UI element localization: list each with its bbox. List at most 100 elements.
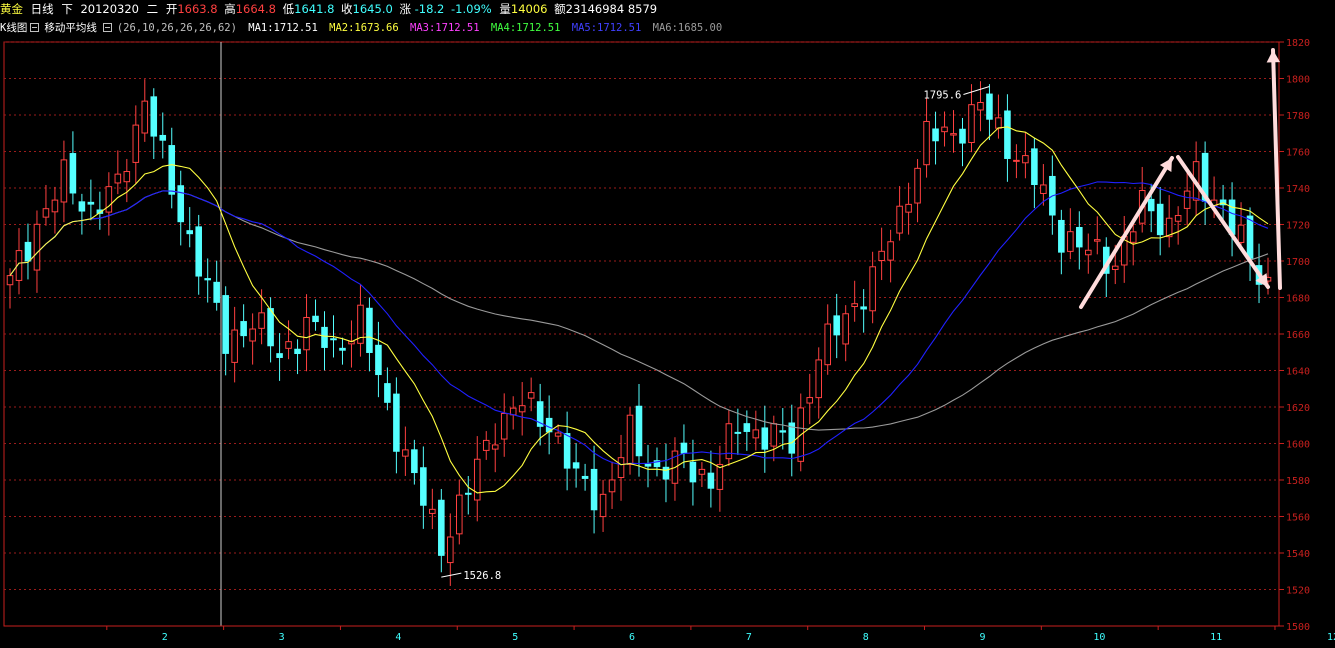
high-label: 高 <box>224 2 236 16</box>
candle-down <box>1147 198 1155 212</box>
month-tick-label: 2 <box>162 632 168 643</box>
candle-down <box>24 241 32 262</box>
change-label: 涨 <box>399 2 411 16</box>
direction-label: 下 <box>61 2 73 16</box>
low-value: 1641.8 <box>294 2 335 16</box>
price-tick-label: 1800 <box>1286 75 1310 86</box>
ma-indicator-label[interactable]: 移动平均线 <box>44 22 97 34</box>
candle-down <box>420 467 427 506</box>
candle-up <box>51 199 59 213</box>
high-value: 1664.8 <box>235 2 276 16</box>
candle-down <box>1076 226 1083 248</box>
change-field: 涨 -18.2 <box>399 2 444 16</box>
candle-up <box>716 463 724 490</box>
ma5-value: MA5:1712.51 <box>571 22 642 34</box>
candle-down <box>707 472 715 489</box>
change-value: -18.2 <box>414 2 445 16</box>
price-tick-label: 1760 <box>1286 148 1310 159</box>
price-tick-label: 1720 <box>1286 221 1310 232</box>
arrow-up-right-head <box>1266 50 1281 63</box>
price-tick-label: 1520 <box>1286 586 1310 597</box>
price-tick-label: 1600 <box>1286 440 1310 451</box>
candle-down <box>87 201 95 205</box>
candle-up <box>815 359 823 399</box>
volume-field: 量14006 <box>499 2 547 16</box>
candle-down <box>204 278 211 281</box>
candle-up <box>123 171 131 183</box>
price-axis: 1500 1520 1540 1560 1580 1600 1620 1640 1660 1680… <box>1279 38 1310 633</box>
ma2-value: MA2:1673.66 <box>329 22 399 34</box>
month-tick-label: 7 <box>746 632 752 643</box>
candle-up <box>1093 239 1101 242</box>
candle-down <box>366 307 373 353</box>
candle-up <box>968 104 975 144</box>
candle-down <box>743 423 751 432</box>
candle-up <box>698 468 706 475</box>
amount-label: 额 <box>554 2 566 16</box>
ma4-value: MA4:1712.51 <box>490 22 561 34</box>
collapse-kline-icon[interactable] <box>30 23 40 32</box>
grid-lines <box>3 41 1280 627</box>
candle-down <box>330 338 337 341</box>
ma-params[interactable]: (26,10,26,26,26,62) <box>117 22 237 34</box>
candle-up <box>887 241 894 261</box>
candle-down <box>186 230 194 235</box>
month-tick-label: 8 <box>863 632 869 643</box>
annotation-label: 1526.8 <box>463 570 501 582</box>
candle-down <box>734 431 742 434</box>
candle-down <box>581 475 589 479</box>
month-tick-label: 3 <box>279 632 285 643</box>
candle-up <box>1067 231 1074 252</box>
candle-up <box>456 494 463 535</box>
open-label: 开 <box>165 2 178 16</box>
change-percent: -1.09% <box>451 2 492 16</box>
collapse-ma-icon[interactable] <box>102 23 112 32</box>
month-tick-label: 11 <box>1210 632 1222 643</box>
candle-down <box>384 383 391 403</box>
candle-down <box>69 153 77 194</box>
month-tick-label: 5 <box>512 632 518 643</box>
candle-down <box>375 344 382 376</box>
candle-down <box>635 405 643 457</box>
candle-down <box>572 462 580 469</box>
candle-down <box>761 427 769 450</box>
candle-down <box>177 185 185 223</box>
quote-date: 20120320 <box>80 2 140 16</box>
candle-down <box>339 347 346 351</box>
candle-up <box>1013 159 1020 162</box>
amount-value: 23146984 8579 <box>565 2 658 16</box>
candle-down <box>563 433 571 469</box>
candle-up <box>1111 265 1119 270</box>
month-tick-label: 6 <box>629 632 635 643</box>
candle-down <box>393 393 400 452</box>
candle-up <box>824 323 831 366</box>
candle-up <box>473 458 481 501</box>
candle-up <box>429 508 436 514</box>
volume-label: 量 <box>499 2 511 16</box>
candle-down <box>168 145 176 195</box>
candle-up <box>599 493 607 518</box>
symbol-name[interactable]: 黄金 <box>0 2 23 16</box>
annotation-leader <box>441 572 462 578</box>
candle-up <box>491 444 499 450</box>
period-label[interactable]: 日线 <box>31 2 54 16</box>
candle-down <box>1156 203 1164 236</box>
candle-down <box>222 295 229 354</box>
candle-down <box>932 128 939 142</box>
candlestick-chart[interactable]: 1500 1520 1540 1560 1580 1600 1620 1640 1660 1680… <box>0 38 1335 648</box>
price-tick-label: 1640 <box>1286 367 1310 378</box>
candles <box>6 79 1272 586</box>
candle-up <box>869 266 876 312</box>
candle-down <box>240 321 247 337</box>
candle-up <box>923 120 930 166</box>
candle-up <box>851 303 858 308</box>
price-tick-label: 1740 <box>1286 184 1310 195</box>
candle-down <box>438 499 445 556</box>
price-tick-label: 1660 <box>1286 330 1310 341</box>
kline-label[interactable]: K线图 <box>0 22 27 34</box>
candle-down <box>267 308 274 347</box>
candle-up <box>285 341 292 349</box>
close-field: 收1645.0 <box>341 2 393 16</box>
candle-up <box>114 173 122 184</box>
candle-up <box>527 392 535 399</box>
